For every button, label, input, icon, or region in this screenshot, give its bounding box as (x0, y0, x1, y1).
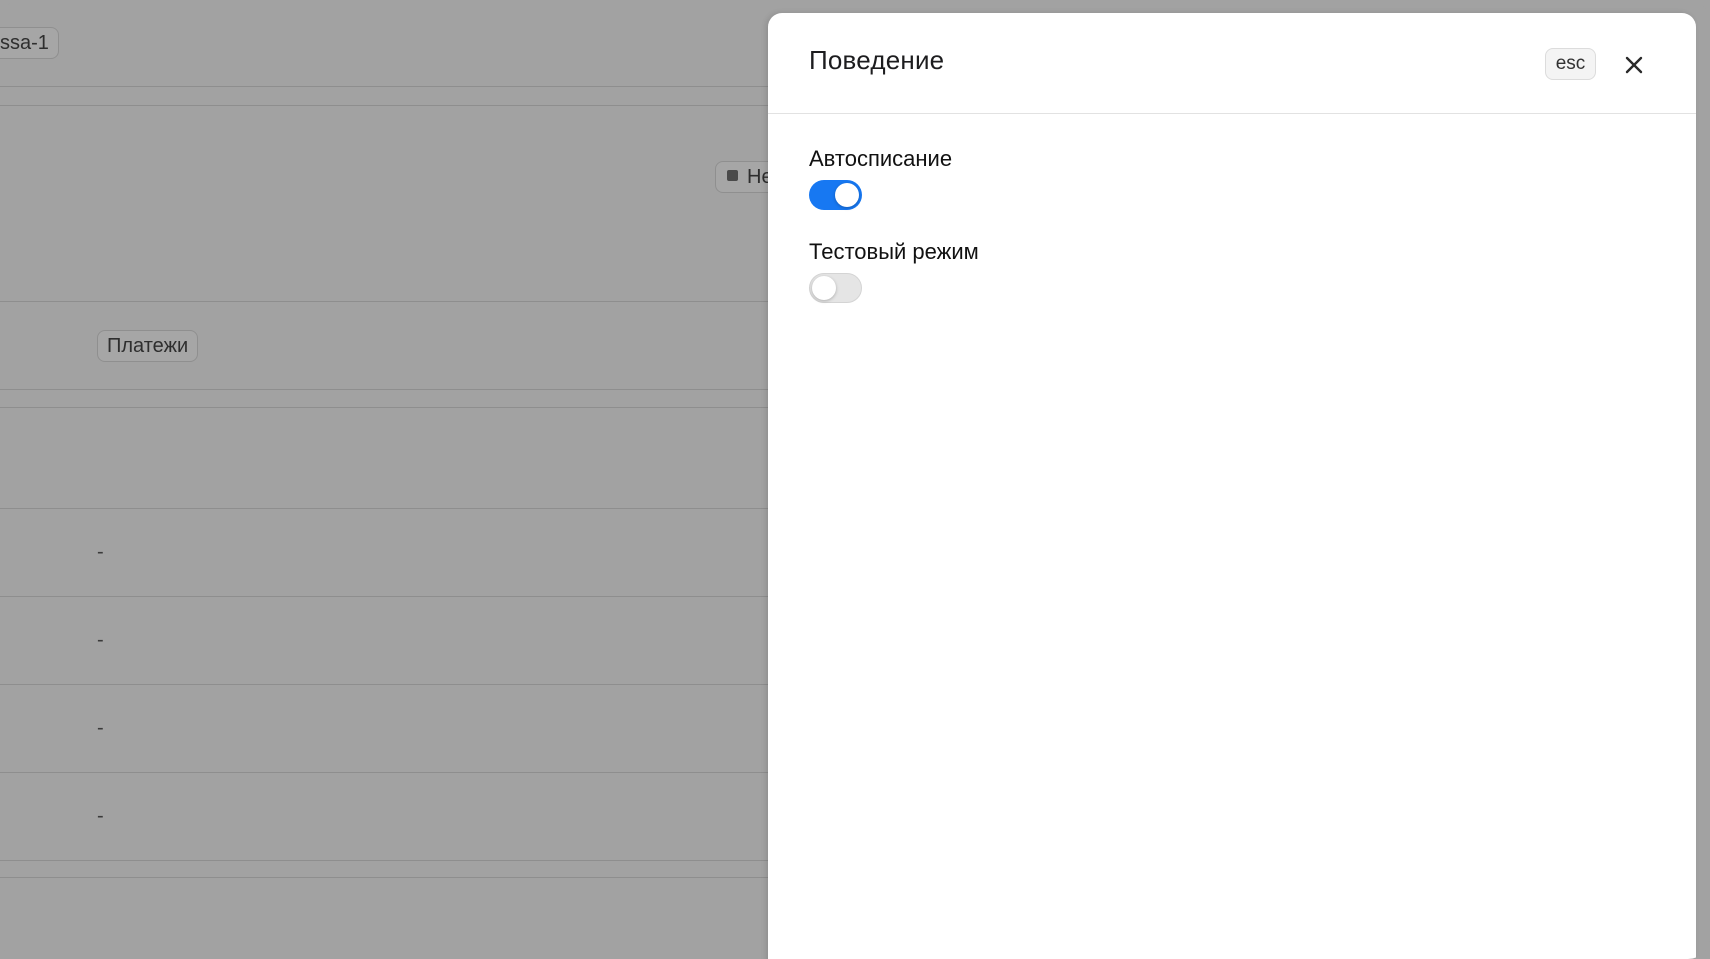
screen: ssa-1 Не Платежи - - - - Поведение esc А… (0, 0, 1710, 959)
setting-autodebit: Автосписание (809, 145, 979, 210)
close-button[interactable] (1620, 51, 1648, 79)
test-mode-toggle[interactable] (809, 273, 862, 303)
autodebit-toggle[interactable] (809, 180, 862, 210)
divider (0, 86, 780, 87)
background-row-value: - (97, 541, 104, 563)
background-payments-chip: Платежи (97, 330, 199, 362)
toggle-knob (812, 276, 836, 300)
divider (0, 596, 780, 597)
panel-body: Автосписание Тестовый режим (809, 145, 979, 331)
divider (0, 684, 780, 685)
close-icon (1625, 56, 1643, 74)
background-row-value: - (97, 629, 104, 651)
background-row-value: - (97, 805, 104, 827)
divider (0, 105, 780, 106)
behavior-side-panel: Поведение esc Автосписание Тестовый режи… (768, 13, 1696, 959)
background-tag-chip: ssa-1 (0, 27, 59, 59)
esc-key-hint: esc (1545, 48, 1596, 80)
setting-test-mode: Тестовый режим (809, 238, 979, 303)
divider (0, 772, 780, 773)
divider (0, 407, 780, 408)
divider (0, 389, 780, 390)
divider (0, 508, 780, 509)
divider (0, 301, 780, 302)
divider (0, 860, 780, 861)
setting-label: Автосписание (809, 146, 953, 171)
divider (0, 877, 780, 878)
toggle-knob (835, 183, 859, 207)
panel-title: Поведение (809, 45, 945, 75)
setting-label: Тестовый режим (809, 239, 979, 264)
status-square-icon (727, 170, 738, 182)
background-row-value: - (97, 717, 104, 739)
panel-header: Поведение esc (768, 13, 1696, 114)
